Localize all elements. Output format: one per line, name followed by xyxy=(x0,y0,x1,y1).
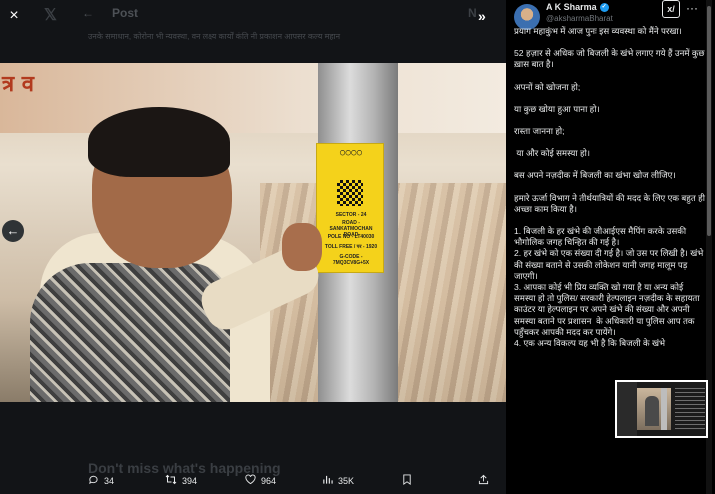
post-paragraph: बस अपने नज़दीक में बिजली का खंभा खोज लीज… xyxy=(514,170,676,181)
pole-sign: ◯◯◯◯ SECTOR - 24 ROAD - SANKATMOCHAN ROA… xyxy=(316,143,384,273)
list-item: 2. हर खंभे को एक संख्या दी गई है। जो उस … xyxy=(514,248,706,281)
retweet-icon xyxy=(165,474,177,488)
post-text: प्रयाग महाकुंभ में आज पुनः इस व्यवस्था क… xyxy=(514,26,706,349)
sign-toll-free: TOLL FREE / पर - 1920 xyxy=(324,244,378,250)
grok-icon[interactable]: x/ xyxy=(662,0,680,18)
views-count: 35K xyxy=(338,476,355,486)
author-name[interactable]: A K Sharma ✓ xyxy=(546,2,609,12)
post-paragraph: अपनों को खोजना हो; xyxy=(514,81,581,92)
photo-banner xyxy=(0,63,506,133)
post-photo[interactable]: त्र व ◯◯◯◯ SECTOR - 24 ROAD - SANKATMOCH… xyxy=(0,63,506,402)
like-count: 964 xyxy=(261,476,277,486)
photo-person-hair xyxy=(88,107,230,177)
list-item: 4. एक अन्य विकल्प यह भी है कि बिजली के ख… xyxy=(514,338,666,349)
photo-banner-text: त्र व xyxy=(2,71,35,97)
retweet-count: 394 xyxy=(182,476,198,486)
heart-icon xyxy=(245,474,256,488)
verified-badge-icon: ✓ xyxy=(599,2,609,12)
x-logo-icon: 𝕏 xyxy=(44,7,57,24)
close-icon[interactable]: × xyxy=(6,8,22,24)
sign-sector: SECTOR - 24 xyxy=(335,212,367,218)
sign-pole-no: POLE NO - LT40030 xyxy=(327,234,375,240)
background-dm-header: N xyxy=(468,6,477,20)
expand-panel-icon[interactable]: » xyxy=(478,8,494,24)
background-post-text: उनके समाधान, कोरोना भी न्यवस्था, वन लक्ष… xyxy=(88,32,341,41)
reply-icon xyxy=(88,474,99,488)
views-chart-icon xyxy=(322,474,333,488)
post-paragraph: प्रयाग महाकुंभ में आज पुनः इस व्यवस्था क… xyxy=(514,26,682,36)
post-paragraph: या कुछ खोया हुआ पाना हो। xyxy=(514,103,600,114)
sign-gcode: G-CODE - 7MQ3CV8G+5X xyxy=(332,254,370,266)
post-paragraph: रास्ता जानना हो; xyxy=(514,126,565,137)
previous-image-button[interactable]: ← xyxy=(2,220,24,242)
reply-button[interactable]: 34 xyxy=(88,474,114,488)
post-action-bar: 34 394 964 35K xyxy=(0,466,506,494)
share-button[interactable] xyxy=(478,474,494,488)
screen-preview-thumbnail[interactable] xyxy=(615,380,708,438)
media-viewer: ← Post N उनके समाधान, कोरोना भी न्यवस्था,… xyxy=(0,0,506,494)
bookmark-icon xyxy=(402,474,412,488)
reply-count: 34 xyxy=(104,476,115,486)
post-paragraph: हमारे ऊर्जा विभाग ने तीर्थयात्रियों की म… xyxy=(514,192,705,214)
bookmark-button[interactable] xyxy=(402,474,417,488)
more-options-icon[interactable]: ··· xyxy=(686,1,698,15)
background-post-header: ← Post xyxy=(82,6,139,20)
share-icon xyxy=(478,474,489,488)
list-item: 3. आपका कोई भी प्रिय व्यक्ति खो गया है य… xyxy=(514,282,702,337)
like-button[interactable]: 964 xyxy=(245,474,276,488)
post-paragraph: या और कोई समस्या हो। xyxy=(514,148,591,159)
panel-scrollbar-thumb[interactable] xyxy=(707,6,711,236)
views-button[interactable]: 35K xyxy=(322,474,354,488)
author-handle[interactable]: @aksharmaBharat xyxy=(546,14,613,23)
photo-person-hand xyxy=(282,223,322,271)
qr-code-icon xyxy=(337,180,363,206)
list-item: 1. बिजली के हर खंभे की जीआईएस मैपिंग करक… xyxy=(514,226,689,248)
photo-person-shawl xyxy=(30,263,230,402)
post-paragraph: 52 हज़ार से अधिक जो बिजली के खंभे लगाए ग… xyxy=(514,48,705,70)
retweet-button[interactable]: 394 xyxy=(165,474,197,488)
